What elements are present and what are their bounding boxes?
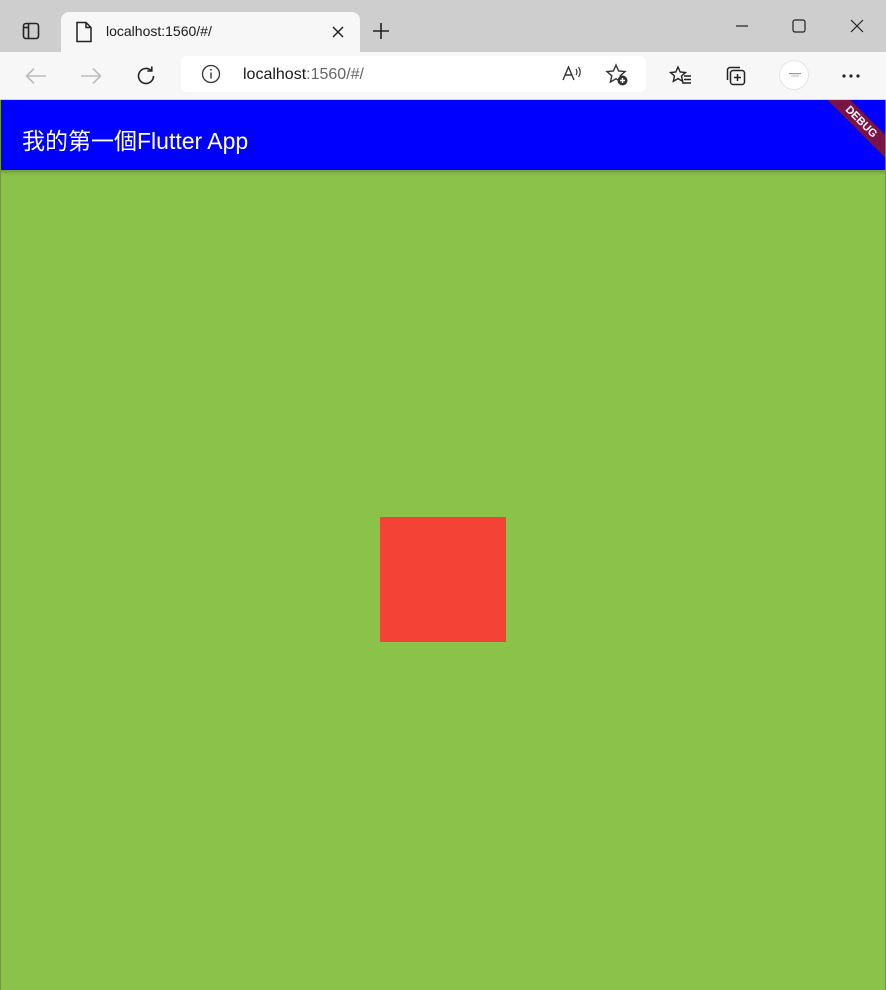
new-tab-button[interactable] bbox=[367, 17, 395, 45]
profile-avatar[interactable] bbox=[779, 60, 809, 90]
page-icon bbox=[75, 21, 93, 48]
tab-actions-icon[interactable] bbox=[14, 16, 48, 46]
refresh-button[interactable] bbox=[130, 60, 162, 92]
app-bar: 我的第一個Flutter App bbox=[0, 100, 886, 170]
site-info-icon[interactable] bbox=[201, 64, 221, 89]
collections-icon[interactable] bbox=[720, 60, 752, 92]
read-aloud-icon[interactable] bbox=[561, 63, 583, 85]
add-favorite-icon[interactable] bbox=[605, 63, 629, 87]
window-border-left bbox=[0, 100, 1, 990]
app-bar-title: 我的第一個Flutter App bbox=[22, 128, 249, 154]
more-options-icon[interactable] bbox=[835, 60, 867, 92]
minimize-button[interactable] bbox=[719, 10, 765, 42]
forward-button[interactable] bbox=[75, 60, 107, 92]
url-host: localhost bbox=[243, 66, 307, 83]
address-bar[interactable]: localhost:1560/#/ bbox=[181, 56, 646, 92]
back-button[interactable] bbox=[20, 60, 52, 92]
favorites-icon[interactable] bbox=[665, 60, 697, 92]
flutter-app-viewport: 我的第一個Flutter App DEBUG bbox=[0, 100, 886, 990]
close-tab-icon[interactable] bbox=[327, 21, 349, 43]
red-square bbox=[380, 517, 506, 642]
url-path: :1560/#/ bbox=[306, 66, 364, 83]
maximize-button[interactable] bbox=[776, 10, 822, 42]
url-text: localhost:1560/#/ bbox=[243, 66, 364, 84]
browser-toolbar: localhost:1560/#/ bbox=[0, 52, 886, 100]
tab-strip: localhost:1560/#/ bbox=[0, 0, 886, 52]
browser-tab[interactable]: localhost:1560/#/ bbox=[61, 12, 360, 52]
close-window-button[interactable] bbox=[834, 10, 880, 42]
tab-title: localhost:1560/#/ bbox=[106, 23, 212, 39]
